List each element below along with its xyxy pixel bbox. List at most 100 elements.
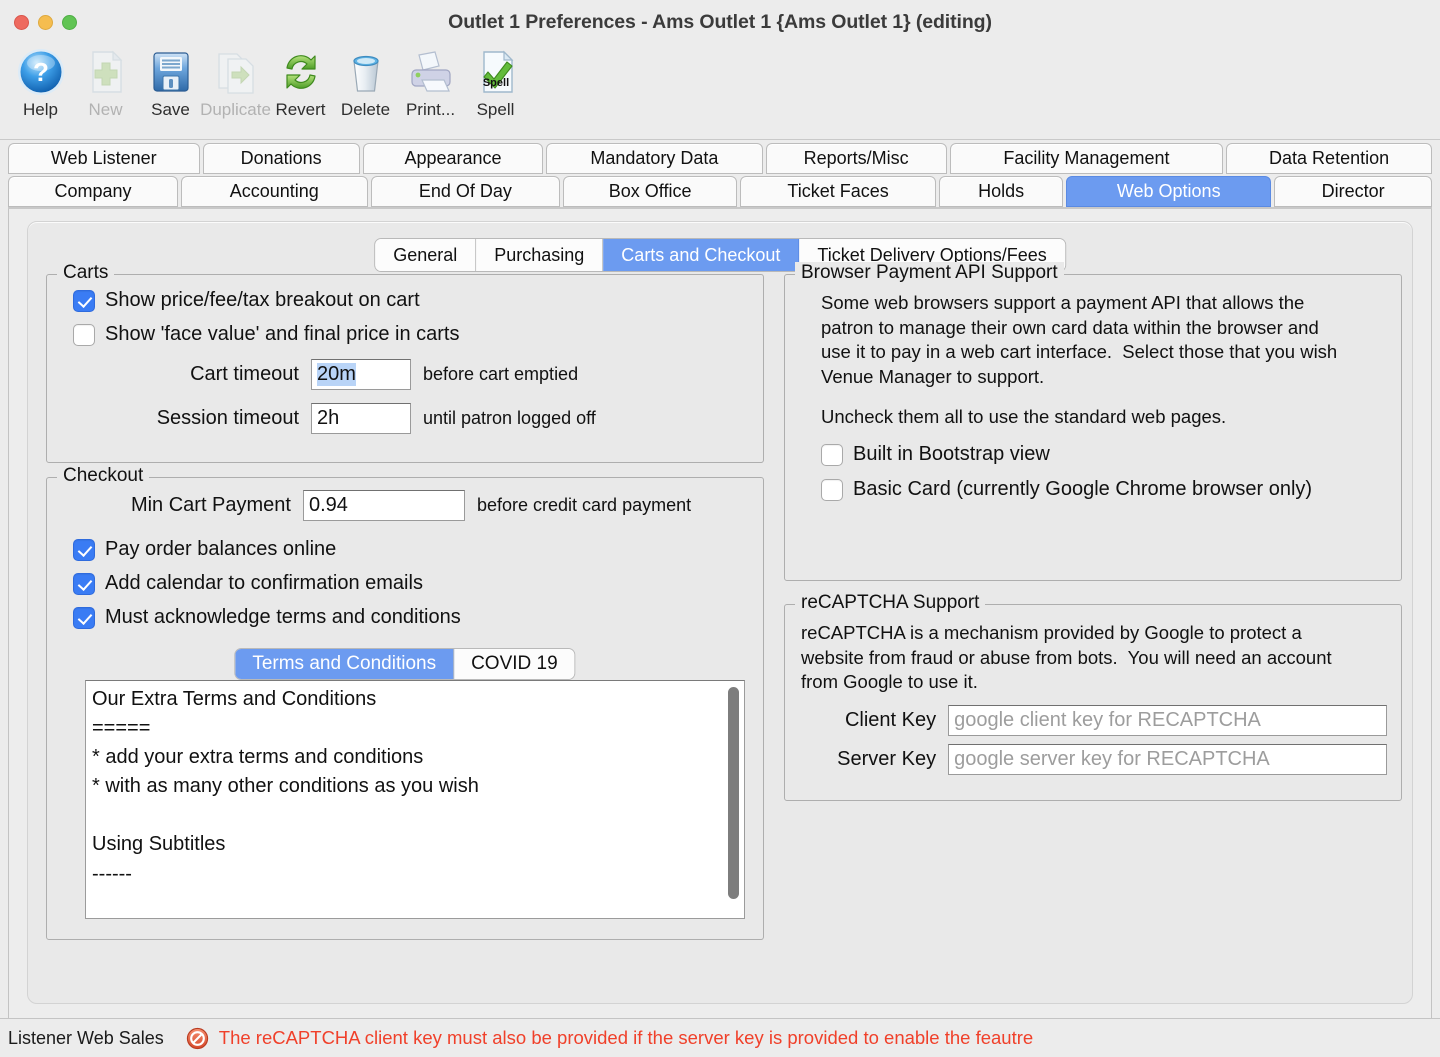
server-key-input[interactable]: google server key for RECAPTCHA bbox=[948, 744, 1387, 775]
print-icon bbox=[410, 51, 451, 92]
tab-row-2: Company Accounting End Of Day Box Office… bbox=[8, 176, 1432, 207]
status-bar: Listener Web Sales The reCAPTCHA client … bbox=[0, 1018, 1440, 1057]
browser-payment-api-description: Some web browsers support a payment API … bbox=[821, 292, 1338, 387]
min-cart-payment-input[interactable]: 0.94 bbox=[303, 490, 465, 521]
checkbox-box[interactable] bbox=[821, 443, 843, 466]
tab-donations[interactable]: Donations bbox=[202, 143, 360, 174]
checkbox-label: Show 'face value' and final price in car… bbox=[105, 323, 460, 345]
toolbar-button-revert[interactable]: Revert bbox=[268, 44, 333, 120]
server-key-placeholder: google server key for RECAPTCHA bbox=[954, 748, 1270, 770]
checkbox-label: Show price/fee/tax breakout on cart bbox=[105, 289, 420, 311]
checkbox-add-calendar-to-confirmation-emails[interactable]: Add calendar to confirmation emails bbox=[73, 572, 423, 595]
tc-tab-label: Terms and Conditions bbox=[252, 653, 437, 674]
server-key-label: Server Key bbox=[837, 748, 937, 770]
scrollbar-thumb[interactable] bbox=[728, 687, 739, 899]
terms-textarea-content: Our Extra Terms and Conditions ===== * a… bbox=[92, 688, 479, 885]
session-timeout-label: Session timeout bbox=[156, 407, 299, 429]
tab-label: Donations bbox=[240, 148, 322, 168]
tab-director[interactable]: Director bbox=[1274, 176, 1432, 207]
checkbox-must-acknowledge-terms[interactable]: Must acknowledge terms and conditions bbox=[73, 606, 461, 629]
spell-icon: Spell bbox=[482, 50, 513, 93]
subtab-purchasing[interactable]: Purchasing bbox=[476, 239, 604, 271]
web-options-pane: General Purchasing Carts and Checkout Ti… bbox=[27, 221, 1413, 1004]
tab-holds[interactable]: Holds bbox=[939, 176, 1064, 207]
toolbar-button-help[interactable]: ? Help bbox=[8, 44, 73, 120]
checkbox-basic-card[interactable]: Basic Card (currently Google Chrome brow… bbox=[821, 478, 1312, 501]
checkbox-box[interactable] bbox=[73, 538, 95, 561]
cart-timeout-suffix: before cart emptied bbox=[423, 364, 579, 384]
tab-covid-19[interactable]: COVID 19 bbox=[454, 649, 575, 679]
toolbar-label-save: Save bbox=[151, 100, 190, 119]
tab-ticket-faces[interactable]: Ticket Faces bbox=[740, 176, 937, 207]
terms-textarea-scrollbar[interactable] bbox=[726, 684, 741, 915]
tab-box-office[interactable]: Box Office bbox=[563, 176, 737, 207]
terms-textarea[interactable]: Our Extra Terms and Conditions ===== * a… bbox=[85, 680, 745, 919]
toolbar-button-duplicate[interactable]: Duplicate bbox=[200, 44, 271, 120]
subtab-label: Carts and Checkout bbox=[621, 244, 781, 265]
tab-facility-management[interactable]: Facility Management bbox=[949, 143, 1224, 174]
checkbox-box[interactable] bbox=[73, 572, 95, 595]
toolbar-button-delete[interactable]: Delete bbox=[333, 44, 398, 120]
recaptcha-description: reCAPTCHA is a mechanism provided by Goo… bbox=[801, 622, 1332, 693]
recaptcha-legend: reCAPTCHA Support bbox=[795, 592, 986, 614]
session-timeout-input[interactable]: 2h bbox=[311, 403, 411, 434]
client-key-input[interactable]: google client key for RECAPTCHA bbox=[948, 705, 1387, 736]
browser-payment-api-note: Uncheck them all to use the standard web… bbox=[821, 406, 1227, 427]
tab-reports-misc[interactable]: Reports/Misc bbox=[765, 143, 947, 174]
cart-timeout-input[interactable]: 20m bbox=[311, 359, 411, 390]
carts-group-legend: Carts bbox=[57, 262, 115, 284]
checkbox-box[interactable] bbox=[73, 606, 95, 629]
tab-web-listener[interactable]: Web Listener bbox=[8, 143, 200, 174]
tab-company[interactable]: Company bbox=[8, 176, 178, 207]
tab-label: Ticket Faces bbox=[787, 181, 889, 201]
client-key-label: Client Key bbox=[844, 709, 937, 731]
checkbox-label: Add calendar to confirmation emails bbox=[105, 572, 423, 594]
checkbox-box[interactable] bbox=[821, 478, 843, 501]
subtab-general[interactable]: General bbox=[375, 239, 477, 271]
help-icon: ? bbox=[17, 49, 64, 95]
terms-tab-bar: Terms and Conditions COVID 19 bbox=[234, 648, 576, 680]
new-icon bbox=[91, 50, 122, 93]
checkbox-label: Basic Card (currently Google Chrome brow… bbox=[853, 478, 1313, 500]
tab-accounting[interactable]: Accounting bbox=[180, 176, 368, 207]
subtab-label: General bbox=[393, 244, 458, 265]
tab-terms-and-conditions[interactable]: Terms and Conditions bbox=[235, 649, 455, 679]
preferences-panel: General Purchasing Carts and Checkout Ti… bbox=[8, 209, 1432, 1033]
checkbox-show-price-breakout[interactable]: Show price/fee/tax breakout on cart bbox=[73, 289, 420, 312]
toolbar-button-spell[interactable]: Spell Spell bbox=[463, 44, 528, 120]
tab-label: Box Office bbox=[608, 181, 692, 201]
revert-icon bbox=[285, 55, 316, 89]
toolbar-button-print[interactable]: Print... bbox=[398, 44, 463, 120]
checkbox-box[interactable] bbox=[73, 289, 95, 312]
toolbar-label-print: Print... bbox=[405, 100, 456, 119]
checkbox-pay-order-balances-online[interactable]: Pay order balances online bbox=[73, 538, 336, 561]
tab-label: Web Options bbox=[1116, 181, 1221, 201]
session-timeout-value: 2h bbox=[317, 407, 340, 429]
tab-label: End Of Day bbox=[418, 181, 512, 201]
subtab-label: Purchasing bbox=[494, 244, 585, 265]
tab-row-1: Web Listener Donations Appearance Mandat… bbox=[8, 143, 1432, 174]
cart-timeout-row: Cart timeout 20m before cart emptied bbox=[73, 359, 743, 390]
toolbar: ? Help New Save Duplicate Revert Delete … bbox=[0, 44, 1440, 140]
toolbar-button-save[interactable]: Save bbox=[138, 44, 203, 120]
tab-label: Company bbox=[54, 181, 132, 201]
duplicate-icon bbox=[217, 53, 254, 94]
min-cart-payment-value: 0.94 bbox=[309, 494, 348, 516]
toolbar-label-revert: Revert bbox=[275, 100, 326, 119]
toolbar-button-new[interactable]: New bbox=[73, 44, 138, 120]
subtab-carts-and-checkout[interactable]: Carts and Checkout bbox=[603, 239, 800, 271]
checkbox-show-face-value[interactable]: Show 'face value' and final price in car… bbox=[73, 323, 460, 346]
tab-data-retention[interactable]: Data Retention bbox=[1226, 143, 1432, 174]
recaptcha-group: reCAPTCHA Support reCAPTCHA is a mechani… bbox=[784, 592, 1402, 801]
session-timeout-row: Session timeout 2h until patron logged o… bbox=[73, 403, 743, 434]
toolbar-label-help: Help bbox=[23, 100, 58, 119]
tab-appearance[interactable]: Appearance bbox=[362, 143, 544, 174]
tab-web-options[interactable]: Web Options bbox=[1066, 176, 1272, 207]
checkout-group-legend: Checkout bbox=[57, 465, 150, 487]
min-cart-payment-label: Min Cart Payment bbox=[130, 494, 291, 516]
min-cart-payment-row: Min Cart Payment 0.94 before credit card… bbox=[73, 490, 763, 521]
checkbox-box[interactable] bbox=[73, 323, 95, 346]
tab-end-of-day[interactable]: End Of Day bbox=[370, 176, 561, 207]
tab-mandatory-data[interactable]: Mandatory Data bbox=[546, 143, 763, 174]
checkbox-built-in-bootstrap-view[interactable]: Built in Bootstrap view bbox=[821, 443, 1050, 466]
